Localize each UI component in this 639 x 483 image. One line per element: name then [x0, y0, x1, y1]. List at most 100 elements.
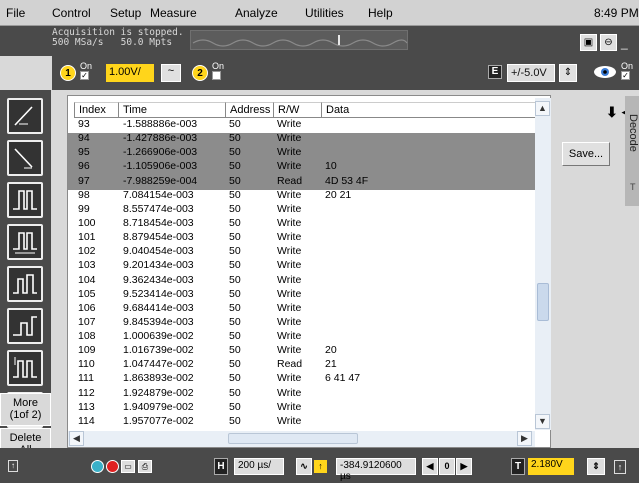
- table-row[interactable]: 113 1.940979e-002 50 Write: [68, 401, 535, 416]
- table-row[interactable]: 93 -1.588886e-003 50 Write: [68, 119, 535, 133]
- tool-icon[interactable]: ⊖: [600, 34, 617, 51]
- setup-hold-trigger-icon[interactable]: [7, 308, 43, 344]
- table-row[interactable]: 103 9.201434e-003 50 Write: [68, 260, 535, 274]
- trigger-badge[interactable]: T: [511, 458, 525, 475]
- trigger-level-field[interactable]: 2.180V: [528, 458, 574, 475]
- runt-trigger-icon[interactable]: [7, 266, 43, 302]
- table-row[interactable]: 109 1.016739e-002 50 Write 20: [68, 345, 535, 359]
- print-icon[interactable]: ⎙: [138, 460, 152, 473]
- trigger-position-marker[interactable]: [338, 35, 340, 45]
- menu-control[interactable]: Control: [52, 6, 91, 20]
- pulse-width-trigger-icon[interactable]: [7, 182, 43, 218]
- trigger-slope-icon[interactable]: ↑: [614, 460, 626, 474]
- cell-index: 100: [78, 216, 96, 229]
- falling-edge-trigger-icon[interactable]: [7, 140, 43, 176]
- column-header-index[interactable]: Index: [74, 102, 118, 118]
- delay-zero-icon[interactable]: 0: [439, 458, 455, 475]
- pattern-trigger-icon[interactable]: [7, 224, 43, 260]
- coupling-button[interactable]: ~: [161, 64, 181, 82]
- table-row[interactable]: 106 9.684414e-003 50 Write: [68, 302, 535, 317]
- zoom-icon[interactable]: ∿: [296, 458, 312, 475]
- display-checkbox[interactable]: ✓: [621, 71, 630, 80]
- column-header-rw[interactable]: R/W: [273, 102, 321, 118]
- scroll-down-icon[interactable]: ▼: [535, 414, 550, 429]
- table-row[interactable]: 97 -7.988259e-004 50 Read 4D 53 4F: [68, 175, 535, 190]
- table-row[interactable]: 114 1.957077e-002 50 Write: [68, 415, 535, 430]
- cell-address: 50: [229, 118, 241, 130]
- cell-time: 1.016739e-002: [123, 344, 194, 357]
- trigger-range-spinner[interactable]: ⇕: [559, 64, 577, 82]
- channel-2-toggle[interactable]: On: [212, 62, 224, 80]
- cell-time: 1.924879e-002: [123, 386, 194, 399]
- table-row[interactable]: 94 -1.427886e-003 50 Write: [68, 133, 535, 148]
- trigger-marker-icon[interactable]: ↑: [314, 460, 327, 473]
- table-row[interactable]: 110 1.047447e-002 50 Read 21: [68, 359, 535, 373]
- table-row[interactable]: 96 -1.105906e-003 50 Write 10: [68, 160, 535, 176]
- table-row[interactable]: 95 -1.266906e-003 50 Write: [68, 147, 535, 162]
- menu-measure[interactable]: Measure: [150, 6, 197, 20]
- table-row[interactable]: 101 8.879454e-003 50 Write: [68, 232, 535, 246]
- vertical-scroll-thumb[interactable]: [537, 283, 549, 321]
- display-eye-icon[interactable]: [592, 62, 618, 82]
- minimize-icon[interactable]: _: [621, 36, 628, 50]
- delay-field[interactable]: -384.9120600 µs: [336, 458, 416, 482]
- table-row[interactable]: 98 7.084154e-003 50 Write 20 21: [68, 189, 535, 204]
- table-row[interactable]: 112 1.924879e-002 50 Write: [68, 386, 535, 402]
- trigger-level-spinner[interactable]: ⇕: [587, 458, 605, 475]
- bottom-left-marker-icon[interactable]: ↑: [8, 460, 18, 472]
- timeout-trigger-icon[interactable]: [7, 350, 43, 386]
- table-row[interactable]: 104 9.362434e-003 50 Write: [68, 274, 535, 289]
- save-button[interactable]: Save...: [562, 142, 610, 166]
- channel-1-scale-field[interactable]: 1.00V/: [106, 64, 154, 82]
- vertical-scrollbar[interactable]: ▲ ▼: [535, 98, 551, 430]
- channel-1-checkbox[interactable]: ✓: [80, 71, 89, 80]
- more-button[interactable]: More (1of 2): [0, 393, 51, 426]
- channel-bar: 1 On ✓ 1.00V/ ~ 2 On E +/-5.0V ⇕ On ✓: [52, 56, 639, 90]
- cell-index: 102: [78, 245, 96, 258]
- table-row[interactable]: 107 9.845394e-003 50 Write: [68, 316, 535, 331]
- autoscale-icon[interactable]: ▭: [121, 460, 135, 473]
- column-header-data[interactable]: Data: [321, 102, 535, 118]
- channel-1-toggle[interactable]: On ✓: [80, 62, 92, 80]
- run-control-icon[interactable]: [91, 460, 104, 473]
- scroll-up-icon[interactable]: ▲: [535, 101, 550, 116]
- table-row[interactable]: 108 1.000639e-002 50 Write: [68, 331, 535, 345]
- channel-2-badge[interactable]: 2: [192, 65, 208, 81]
- table-row[interactable]: 105 9.523414e-003 50 Write: [68, 287, 535, 303]
- pin-arrow-icon[interactable]: ⬇: [606, 104, 618, 121]
- channel-2-checkbox[interactable]: [212, 71, 221, 80]
- table-row[interactable]: 111 1.863893e-002 50 Write 6 41 47: [68, 373, 535, 387]
- cell-address: 50: [229, 330, 241, 343]
- external-trigger-badge[interactable]: E: [488, 65, 502, 79]
- delay-left-icon[interactable]: ◀: [422, 458, 438, 475]
- cell-time: -1.105906e-003: [123, 160, 198, 173]
- column-header-time[interactable]: Time: [118, 102, 225, 118]
- cell-time: 1.863893e-002: [123, 372, 194, 385]
- menu-file[interactable]: File: [6, 6, 25, 20]
- stop-icon[interactable]: [106, 460, 119, 473]
- column-header-address[interactable]: Address: [225, 102, 273, 118]
- scroll-left-icon[interactable]: ◀: [69, 431, 84, 446]
- display-toggle[interactable]: On ✓: [621, 62, 633, 80]
- menu-analyze[interactable]: Analyze: [235, 6, 278, 20]
- channel-1-badge[interactable]: 1: [60, 65, 76, 81]
- delay-right-icon[interactable]: ▶: [456, 458, 472, 475]
- cell-rw: Write: [277, 245, 302, 258]
- table-row[interactable]: 99 8.557474e-003 50 Write: [68, 203, 535, 218]
- menu-help[interactable]: Help: [368, 6, 393, 20]
- table-row[interactable]: 102 9.040454e-003 50 Write: [68, 246, 535, 260]
- table-row[interactable]: 100 8.718454e-003 50 Write: [68, 216, 535, 232]
- horizontal-badge[interactable]: H: [214, 458, 228, 475]
- horizontal-scroll-thumb[interactable]: [228, 433, 358, 444]
- menu-utilities[interactable]: Utilities: [305, 6, 344, 20]
- display-mode-icon[interactable]: ▣: [580, 34, 597, 51]
- rising-edge-trigger-icon[interactable]: [7, 98, 43, 134]
- cell-rw: Write: [277, 287, 302, 300]
- cell-index: 109: [78, 344, 96, 357]
- waveform-overview[interactable]: [190, 30, 408, 50]
- menu-setup[interactable]: Setup: [110, 6, 141, 20]
- timebase-field[interactable]: 200 µs/: [234, 458, 284, 475]
- scroll-right-icon[interactable]: ▶: [517, 431, 532, 446]
- trigger-range-field[interactable]: +/-5.0V: [507, 64, 555, 82]
- horizontal-scrollbar[interactable]: ◀ ▶: [68, 431, 535, 447]
